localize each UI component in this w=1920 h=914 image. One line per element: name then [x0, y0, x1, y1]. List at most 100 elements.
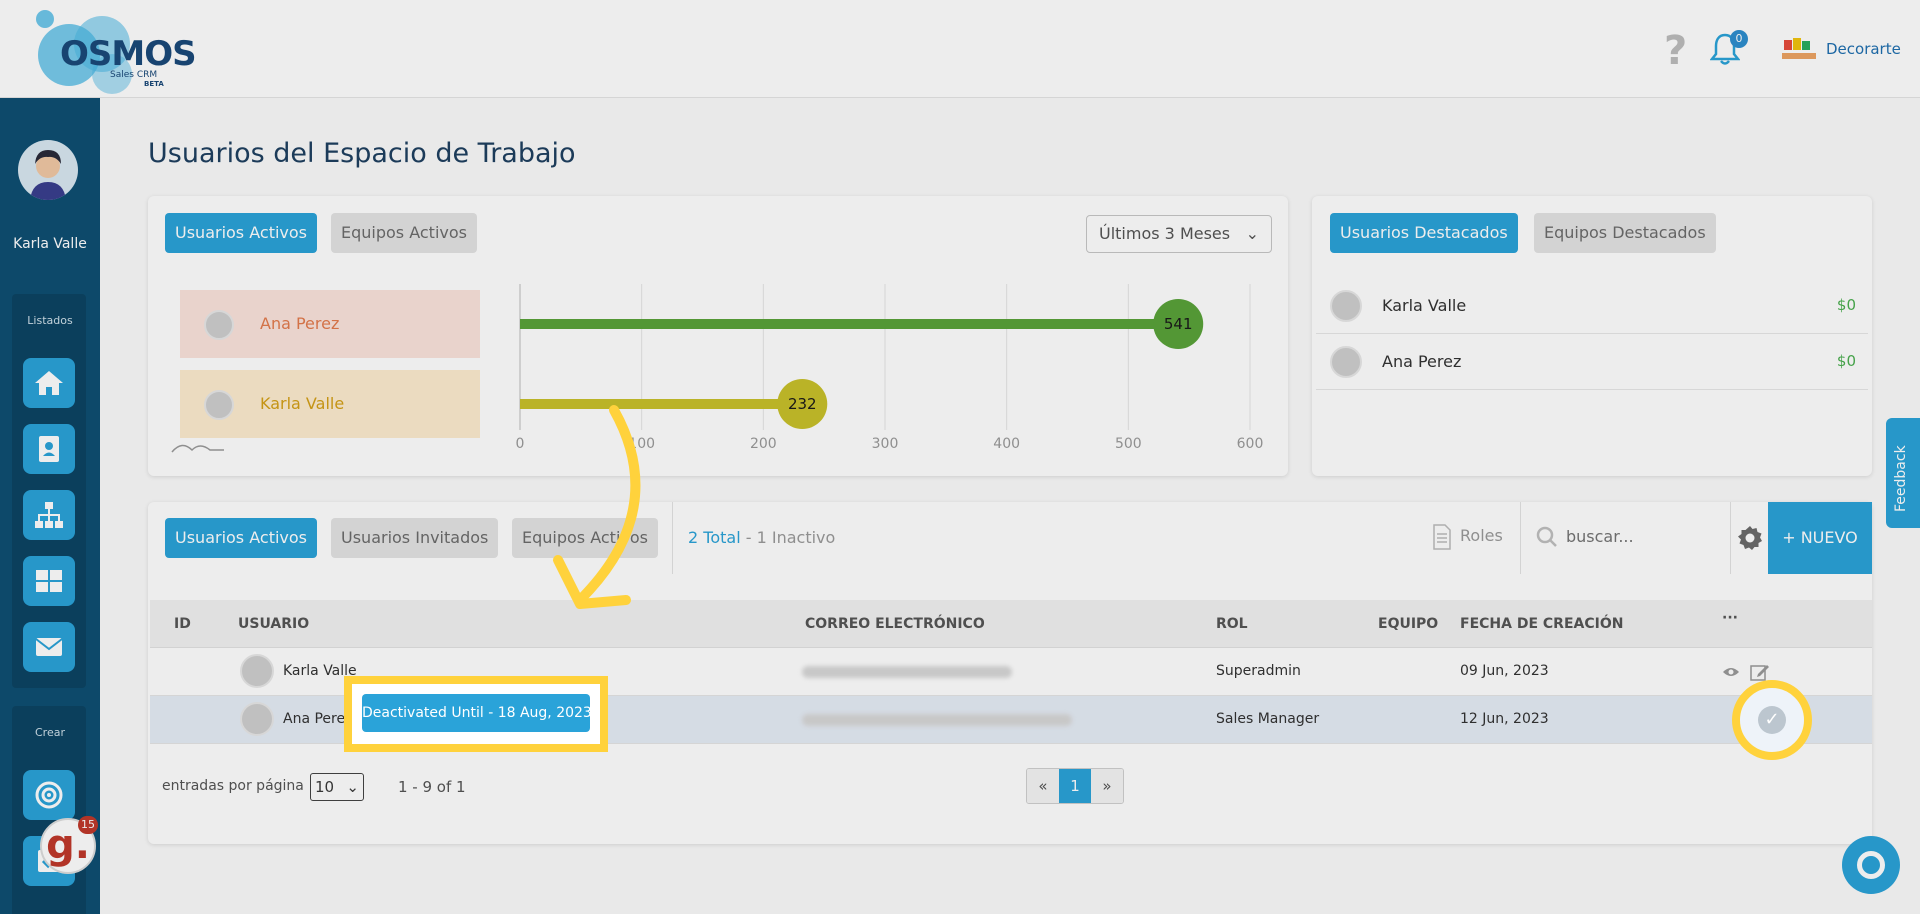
check-circle-icon: ✓: [1758, 706, 1786, 734]
users-bar-chart: 0 100 200 300 400 500 600 541 232: [516, 284, 1264, 452]
avatar: [240, 654, 274, 688]
col-equipo[interactable]: EQUIPO: [1378, 616, 1438, 632]
pagination-range: 1 - 9 of 1: [398, 778, 466, 796]
cell-email-redacted: [802, 666, 1012, 678]
sidebar-item-mail[interactable]: [23, 622, 75, 672]
ranking-name: Karla Valle: [260, 394, 345, 413]
home-icon: [35, 371, 63, 395]
per-page-label: entradas por página: [162, 778, 304, 794]
search-icon: [1536, 526, 1557, 547]
eye-icon[interactable]: [1722, 666, 1740, 678]
period-select[interactable]: Últimos 3 Meses ⌄: [1086, 215, 1272, 253]
col-fecha[interactable]: FECHA DE CREACIÓN: [1460, 616, 1623, 632]
x-tick-label: 200: [750, 436, 777, 452]
roles-label: Roles: [1460, 526, 1503, 545]
featured-user-amount: $0: [1836, 296, 1856, 314]
chevron-down-icon: ⌄: [1245, 224, 1259, 243]
data-label: 541: [1164, 315, 1193, 333]
cell-created: 12 Jun, 2023: [1460, 711, 1549, 727]
inactive-count: - 1 Inactivo: [740, 528, 836, 547]
pager-page-1[interactable]: 1: [1059, 769, 1091, 803]
logo-word: OSMOS: [60, 34, 197, 74]
x-tick-label: 600: [1237, 436, 1264, 452]
osmos-logo[interactable]: OSMOS Sales CRM BETA: [24, 8, 197, 94]
tab-table-equipos-activos[interactable]: Equipos Activos: [512, 518, 658, 558]
avatar: [1330, 290, 1362, 322]
search-input[interactable]: [1566, 520, 1726, 552]
featured-user-name: Karla Valle: [1382, 296, 1467, 315]
help-icon[interactable]: ?: [1664, 28, 1687, 74]
per-page-select[interactable]: 10 ⌄: [310, 773, 364, 801]
logo-subtitle: Sales CRM: [110, 70, 158, 80]
x-tick-label: 300: [872, 436, 899, 452]
pager-next[interactable]: »: [1091, 769, 1123, 803]
table-header: ID USUARIO CORREO ELECTRÓNICO ROL EQUIPO…: [150, 600, 1872, 648]
col-correo[interactable]: CORREO ELECTRÓNICO: [805, 616, 985, 632]
cell-user: Ana Perez: [283, 711, 353, 727]
tab-table-usuarios-activos[interactable]: Usuarios Activos: [165, 518, 317, 558]
sidebar-item-dashboard[interactable]: [23, 556, 75, 606]
avatar: [204, 390, 234, 420]
reactivate-button[interactable]: ✓: [1732, 680, 1812, 760]
cell-role: Superadmin: [1216, 663, 1301, 679]
pager-prev[interactable]: «: [1027, 769, 1059, 803]
per-page-value: 10: [315, 778, 335, 796]
ranking-name: Ana Perez: [260, 314, 340, 333]
roles-button[interactable]: Roles: [1460, 526, 1503, 545]
top-header: OSMOS Sales CRM BETA ? 0 Decorarte: [0, 0, 1920, 98]
page-title: Usuarios del Espacio de Trabajo: [148, 138, 576, 169]
grid-icon: [36, 570, 62, 592]
tab-equipos-activos[interactable]: Equipos Activos: [331, 213, 477, 253]
user-avatar[interactable]: [18, 140, 78, 200]
ranking-row: Karla Valle: [180, 370, 480, 438]
col-usuario[interactable]: USUARIO: [238, 616, 309, 632]
tab-table-usuarios-invitados[interactable]: Usuarios Invitados: [331, 518, 499, 558]
avatar: [1330, 346, 1362, 378]
avatar: [204, 310, 234, 340]
chat-launcher-icon[interactable]: [1842, 836, 1900, 894]
featured-user-amount: $0: [1836, 352, 1856, 370]
columns-menu-icon[interactable]: ···: [1722, 610, 1738, 626]
tab-usuarios-activos[interactable]: Usuarios Activos: [165, 213, 317, 253]
logo-beta: BETA: [144, 80, 164, 88]
tab-equipos-destacados[interactable]: Equipos Destacados: [1534, 213, 1716, 253]
cell-email-redacted: [802, 714, 1072, 726]
target-icon: [35, 781, 63, 809]
sidebar-item-home[interactable]: [23, 358, 75, 408]
period-select-value: Últimos 3 Meses: [1099, 224, 1231, 243]
toolbar-divider: [672, 502, 673, 574]
x-tick-label: 100: [628, 436, 655, 452]
listados-label: Listados: [27, 314, 73, 327]
toolbar-divider: [1730, 502, 1731, 574]
x-tick-label: 500: [1115, 436, 1142, 452]
sidebar-user-name: Karla Valle: [13, 236, 87, 252]
feedback-tab[interactable]: Feedback: [1886, 418, 1920, 528]
sidebar-item-structure[interactable]: [23, 490, 75, 540]
highlight-frame: Deactivated Until - 18 Aug, 2023: [344, 676, 608, 752]
document-icon: [1433, 524, 1451, 550]
tab-usuarios-destacados[interactable]: Usuarios Destacados: [1330, 213, 1518, 253]
new-user-button[interactable]: + NUEVO: [1768, 502, 1872, 574]
sidebar-create-goal[interactable]: [23, 770, 75, 820]
col-rol[interactable]: ROL: [1216, 616, 1248, 632]
org-chart-icon: [35, 502, 63, 528]
featured-user-name: Ana Perez: [1382, 352, 1462, 371]
cell-role: Sales Manager: [1216, 711, 1320, 727]
gear-icon[interactable]: [1736, 524, 1764, 552]
contact-book-icon: [39, 436, 59, 462]
deactivated-tooltip: Deactivated Until - 18 Aug, 2023: [362, 694, 592, 732]
col-id: ID: [174, 616, 191, 632]
sidebar: Karla Valle Listados Crear: [0, 98, 100, 914]
toolbar-divider: [1520, 502, 1521, 574]
notification-badge: 0: [1730, 30, 1748, 48]
pagination: « 1 »: [1026, 768, 1124, 804]
ranking-row: Ana Perez: [180, 290, 480, 358]
sparkline-icon: [171, 444, 224, 453]
sidebar-item-contacts[interactable]: [23, 424, 75, 474]
edit-icon[interactable]: [1750, 662, 1770, 682]
total-count: 2 Total: [688, 528, 741, 547]
x-tick-label: 400: [993, 436, 1020, 452]
data-label: 232: [788, 395, 817, 413]
envelope-icon: [35, 638, 63, 656]
company-name[interactable]: Decorarte: [1826, 40, 1901, 58]
